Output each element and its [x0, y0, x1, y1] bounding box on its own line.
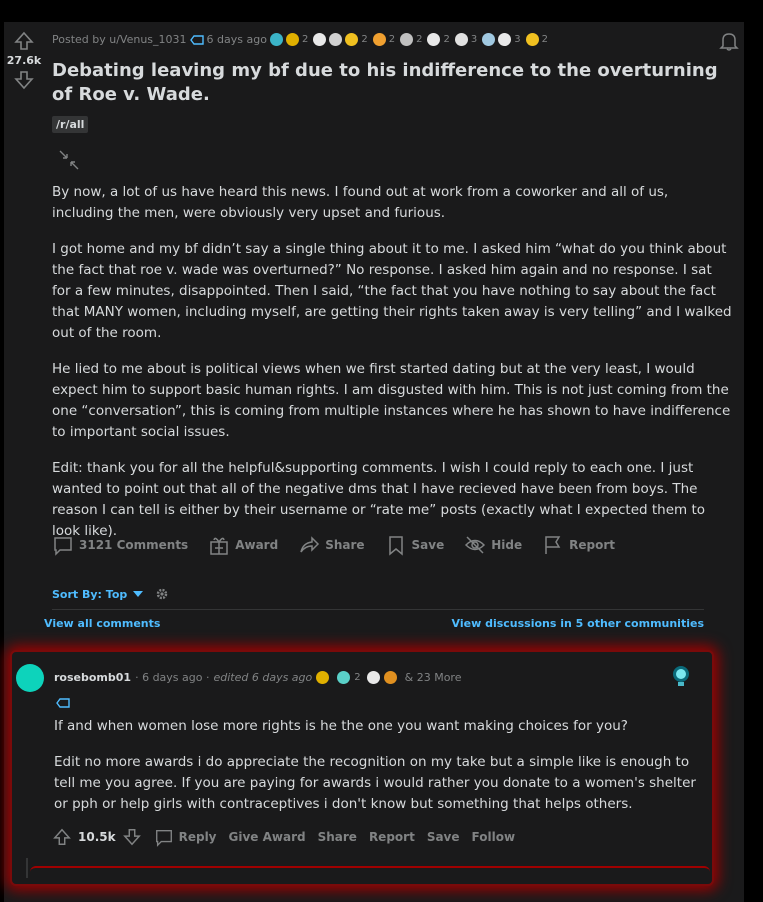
award-burst-icon[interactable] — [345, 33, 359, 46]
post-actions: 3121 Comments Award Share Save Hide Repo… — [52, 534, 635, 556]
post-body: By now, a lot of us have heard this news… — [52, 182, 732, 557]
follow-button[interactable]: Follow — [472, 830, 516, 844]
award-hand-icon[interactable] — [372, 33, 386, 46]
comments-label: 3121 Comments — [79, 538, 189, 552]
post-paragraph: He lied to me about is political views w… — [52, 361, 731, 440]
hide-eye-icon — [465, 536, 486, 554]
comment-username[interactable]: rosebomb01 — [54, 671, 131, 684]
save-button[interactable]: Save — [385, 534, 445, 556]
next-comment-edge — [30, 866, 710, 878]
comment-body: If and when women lose more rights is he… — [54, 716, 704, 830]
award-count: 2 — [361, 34, 368, 45]
divider — [52, 609, 704, 610]
hide-button[interactable]: Hide — [464, 534, 522, 556]
reply-button[interactable]: Reply — [154, 827, 217, 847]
avatar[interactable] — [16, 664, 44, 692]
award-dog-icon[interactable] — [383, 671, 397, 684]
award-count: 3 — [470, 34, 478, 45]
post-paragraph: I got home and my bf didn’t say a single… — [52, 241, 732, 341]
report-button[interactable]: Report — [542, 534, 615, 556]
report-label: Report — [569, 538, 615, 552]
tag-icon — [56, 698, 70, 708]
award-laugh-icon[interactable] — [525, 33, 539, 46]
downvote-icon[interactable] — [122, 827, 142, 847]
expand-icon[interactable] — [58, 149, 80, 171]
sort-label: Sort By: Top — [52, 587, 128, 601]
comment-icon — [155, 829, 172, 847]
award-bulb-icon[interactable] — [337, 671, 351, 684]
post-card: 27.6k Posted by u/Venus_1031 6 days ago … — [4, 22, 744, 902]
comment-meta: rosebomb01 · 6 days ago · edited 6 days … — [54, 671, 461, 684]
caret-down-icon — [133, 591, 144, 597]
share-icon — [300, 536, 320, 553]
posted-by[interactable]: Posted by u/Venus_1031 — [52, 33, 187, 46]
comment-icon — [54, 537, 72, 556]
share-button[interactable]: Share — [318, 830, 357, 844]
comment-paragraph: If and when women lose more rights is he… — [54, 718, 628, 734]
vote-column: 27.6k — [4, 22, 44, 91]
more-awards[interactable]: & 23 More — [405, 671, 462, 684]
view-discussions-link[interactable]: View discussions in 5 other communities — [452, 617, 704, 630]
top-comment: rosebomb01 · 6 days ago · edited 6 days … — [10, 650, 714, 886]
award-face-icon[interactable] — [366, 671, 380, 684]
view-all-comments-link[interactable]: View all comments — [44, 617, 160, 630]
award-count: 2 — [541, 34, 548, 45]
post-flair[interactable]: /r/all — [52, 116, 89, 133]
award-button[interactable]: Award — [208, 534, 278, 556]
save-button[interactable]: Save — [427, 830, 460, 844]
sort-dropdown[interactable]: Sort By: Top — [52, 587, 169, 601]
gift-icon — [210, 537, 228, 555]
comments-button[interactable]: 3121 Comments — [52, 534, 188, 556]
award-bubble-icon[interactable] — [427, 33, 441, 46]
award-snow-icon[interactable] — [482, 33, 496, 46]
award-bowl-icon[interactable] — [498, 33, 512, 46]
award-row[interactable]: 2 2 2 2 2 3 3 2 — [269, 33, 550, 46]
bookmark-icon — [388, 536, 403, 556]
upvote-icon[interactable] — [13, 30, 35, 52]
post-time: 6 days ago — [206, 33, 267, 46]
award-dollar-icon[interactable] — [454, 33, 468, 46]
award-rocket-icon[interactable] — [329, 33, 343, 46]
report-button[interactable]: Report — [369, 830, 415, 844]
award-count: 2 — [416, 34, 423, 45]
post-paragraph: Edit: thank you for all the helpful&supp… — [52, 460, 706, 539]
notification-bell-icon[interactable] — [718, 30, 740, 52]
comment-score: 10.5k — [78, 830, 116, 844]
award-gold-icon[interactable] — [316, 671, 330, 684]
award-teal-icon[interactable] — [269, 33, 283, 46]
save-label: Save — [411, 538, 445, 552]
award-face-icon[interactable] — [313, 33, 327, 46]
award-count: 2 — [388, 34, 396, 45]
award-count: 2 — [301, 34, 309, 45]
gear-icon[interactable] — [155, 587, 169, 601]
share-label: Share — [325, 538, 365, 552]
comment-edited: edited 6 days ago — [213, 671, 313, 684]
award-count: 3 — [514, 34, 521, 45]
give-award-button[interactable]: Give Award — [229, 830, 306, 844]
award-count: 2 — [354, 672, 361, 683]
award-gold-icon[interactable] — [285, 33, 299, 46]
post-score: 27.6k — [6, 54, 42, 67]
post-meta: Posted by u/Venus_1031 6 days ago 2 2 2 2 2 3… — [52, 33, 550, 46]
post-title[interactable]: Debating leaving my bf due to his indiff… — [52, 59, 732, 107]
downvote-icon[interactable] — [13, 69, 35, 91]
comment-actions: 10.5k Reply Give Award Share Report Save… — [52, 827, 515, 847]
share-button[interactable]: Share — [298, 534, 365, 556]
award-count: 2 — [443, 34, 450, 45]
reply-label: Reply — [178, 830, 217, 844]
upvote-icon[interactable] — [52, 827, 72, 847]
hide-label: Hide — [491, 538, 523, 552]
flag-icon — [545, 536, 561, 554]
comment-time: · 6 days ago · — [135, 671, 210, 684]
thread-line[interactable] — [26, 858, 28, 878]
award-label: Award — [235, 538, 279, 552]
lightbulb-icon — [673, 666, 689, 686]
award-cat-icon[interactable] — [400, 33, 414, 46]
comment-paragraph: Edit no more awards i do appreciate the … — [54, 754, 696, 812]
tag-icon — [189, 34, 204, 45]
post-paragraph: By now, a lot of us have heard this news… — [52, 184, 669, 221]
